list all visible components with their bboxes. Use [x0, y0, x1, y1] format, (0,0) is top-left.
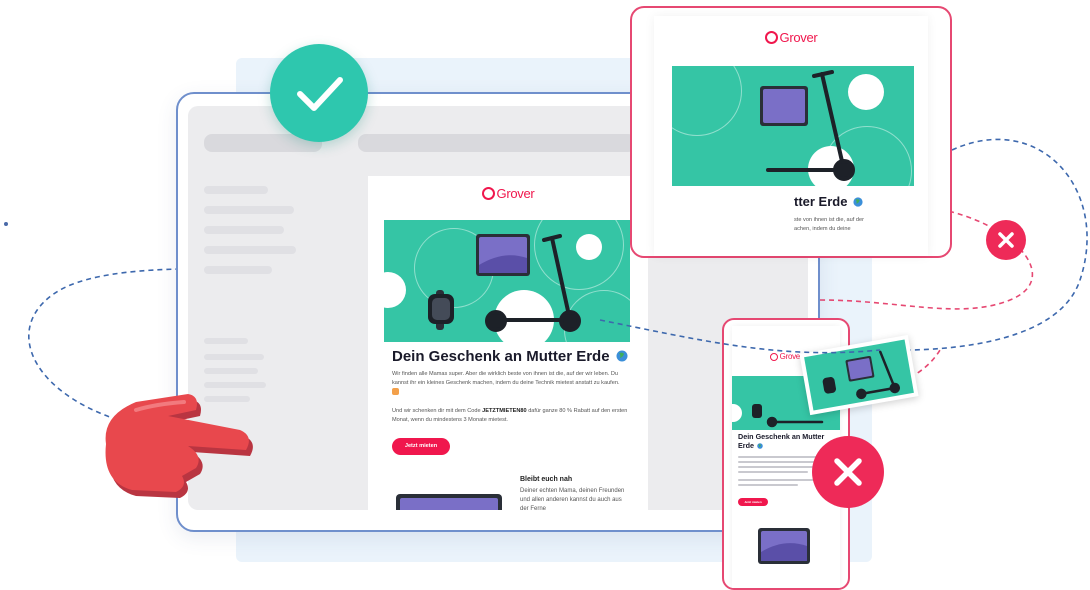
flow-lines-front	[599, 319, 881, 354]
blue-dashed-cross	[599, 319, 881, 354]
decor-dot-left	[4, 222, 8, 226]
